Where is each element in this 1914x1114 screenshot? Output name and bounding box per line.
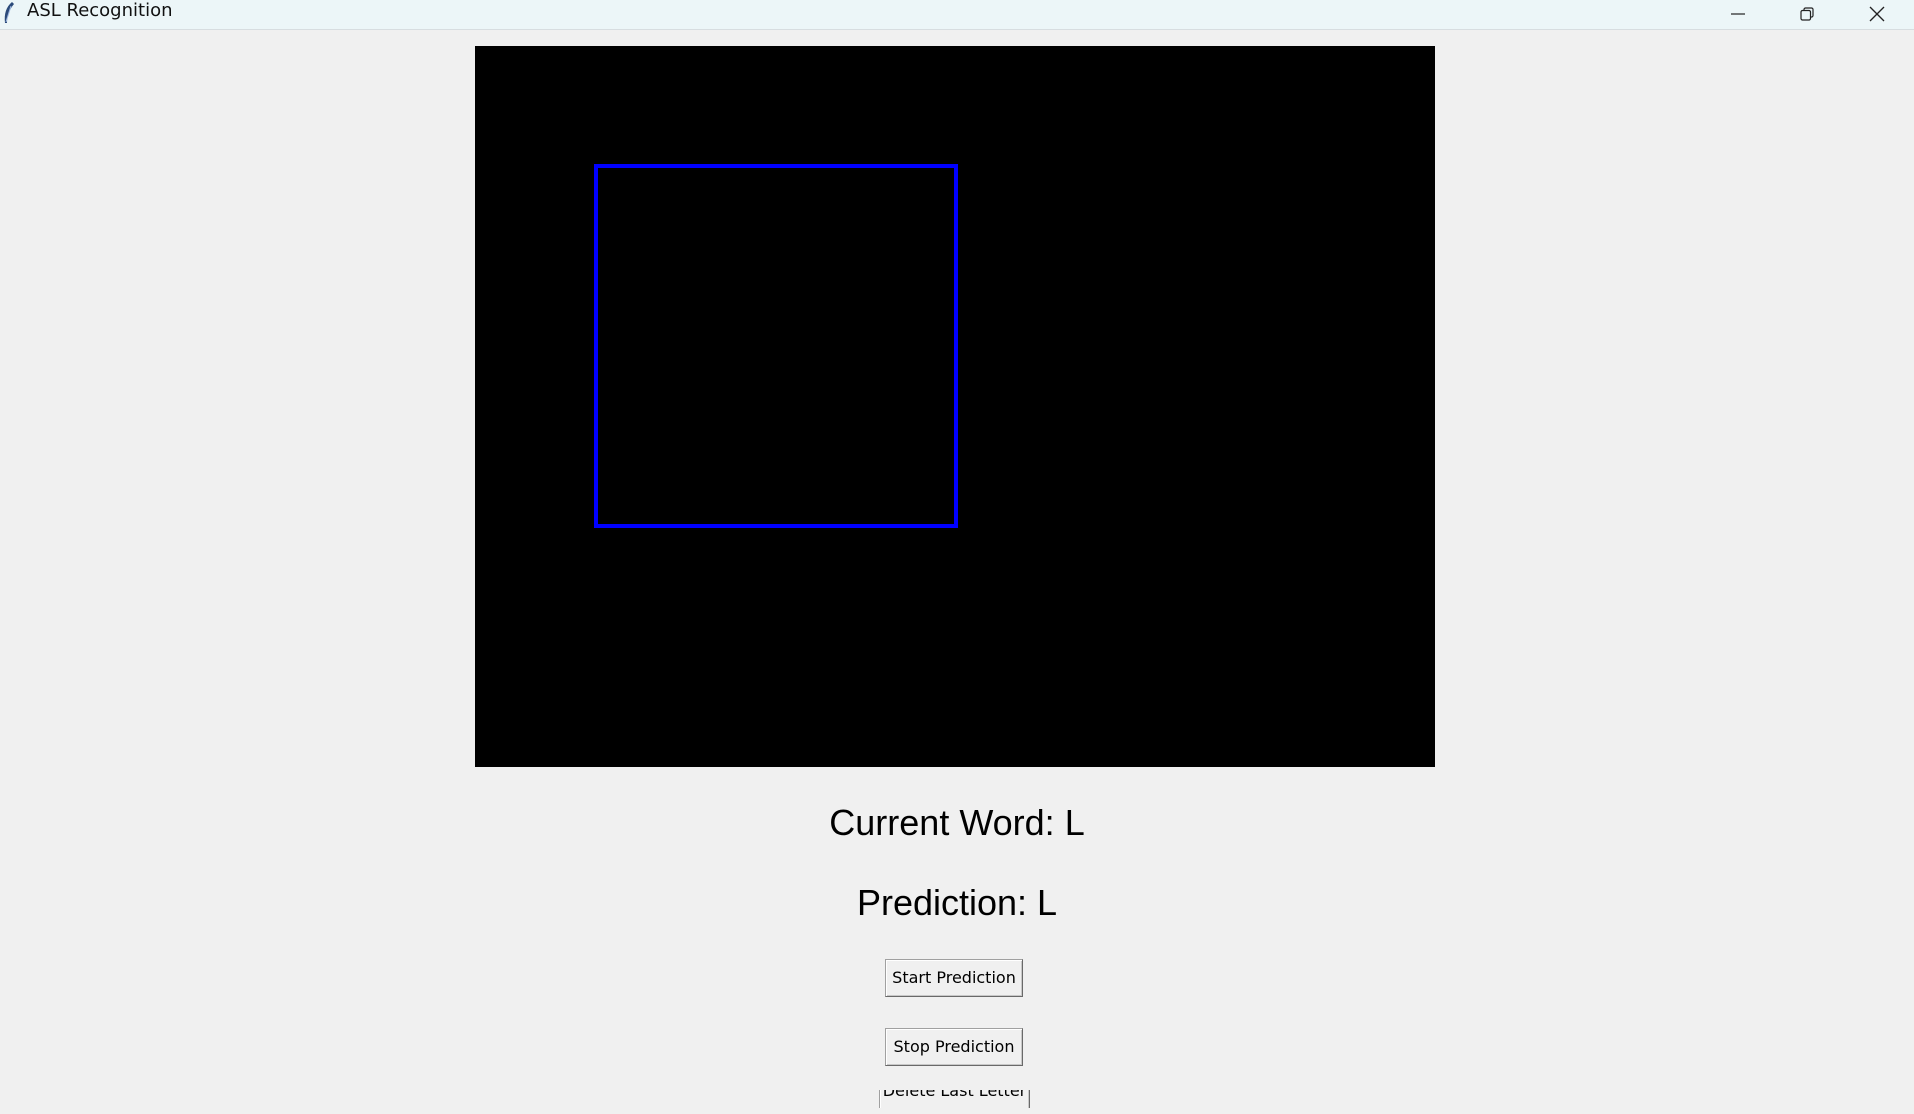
title-bar: ASL Recognition [0, 0, 1914, 30]
camera-feed [475, 46, 1435, 767]
prediction-label: Prediction: L [856, 882, 1058, 923]
restore-button[interactable] [1773, 0, 1841, 28]
feather-icon [4, 2, 15, 23]
delete-last-letter-button[interactable]: Delete Last Letter [879, 1090, 1030, 1108]
start-prediction-button[interactable]: Start Prediction [885, 959, 1023, 997]
minimize-icon [1731, 13, 1745, 15]
close-icon [1869, 6, 1885, 22]
hand-region-box [594, 164, 958, 528]
current-word-label: Current Word: L [829, 802, 1085, 843]
minimize-button[interactable] [1704, 0, 1772, 28]
stop-prediction-button[interactable]: Stop Prediction [885, 1028, 1023, 1066]
window-title: ASL Recognition [27, 0, 173, 21]
close-button[interactable] [1843, 0, 1911, 28]
window-bottom-clip: Delete Last Letter [0, 1090, 1914, 1108]
restore-icon [1800, 7, 1814, 21]
